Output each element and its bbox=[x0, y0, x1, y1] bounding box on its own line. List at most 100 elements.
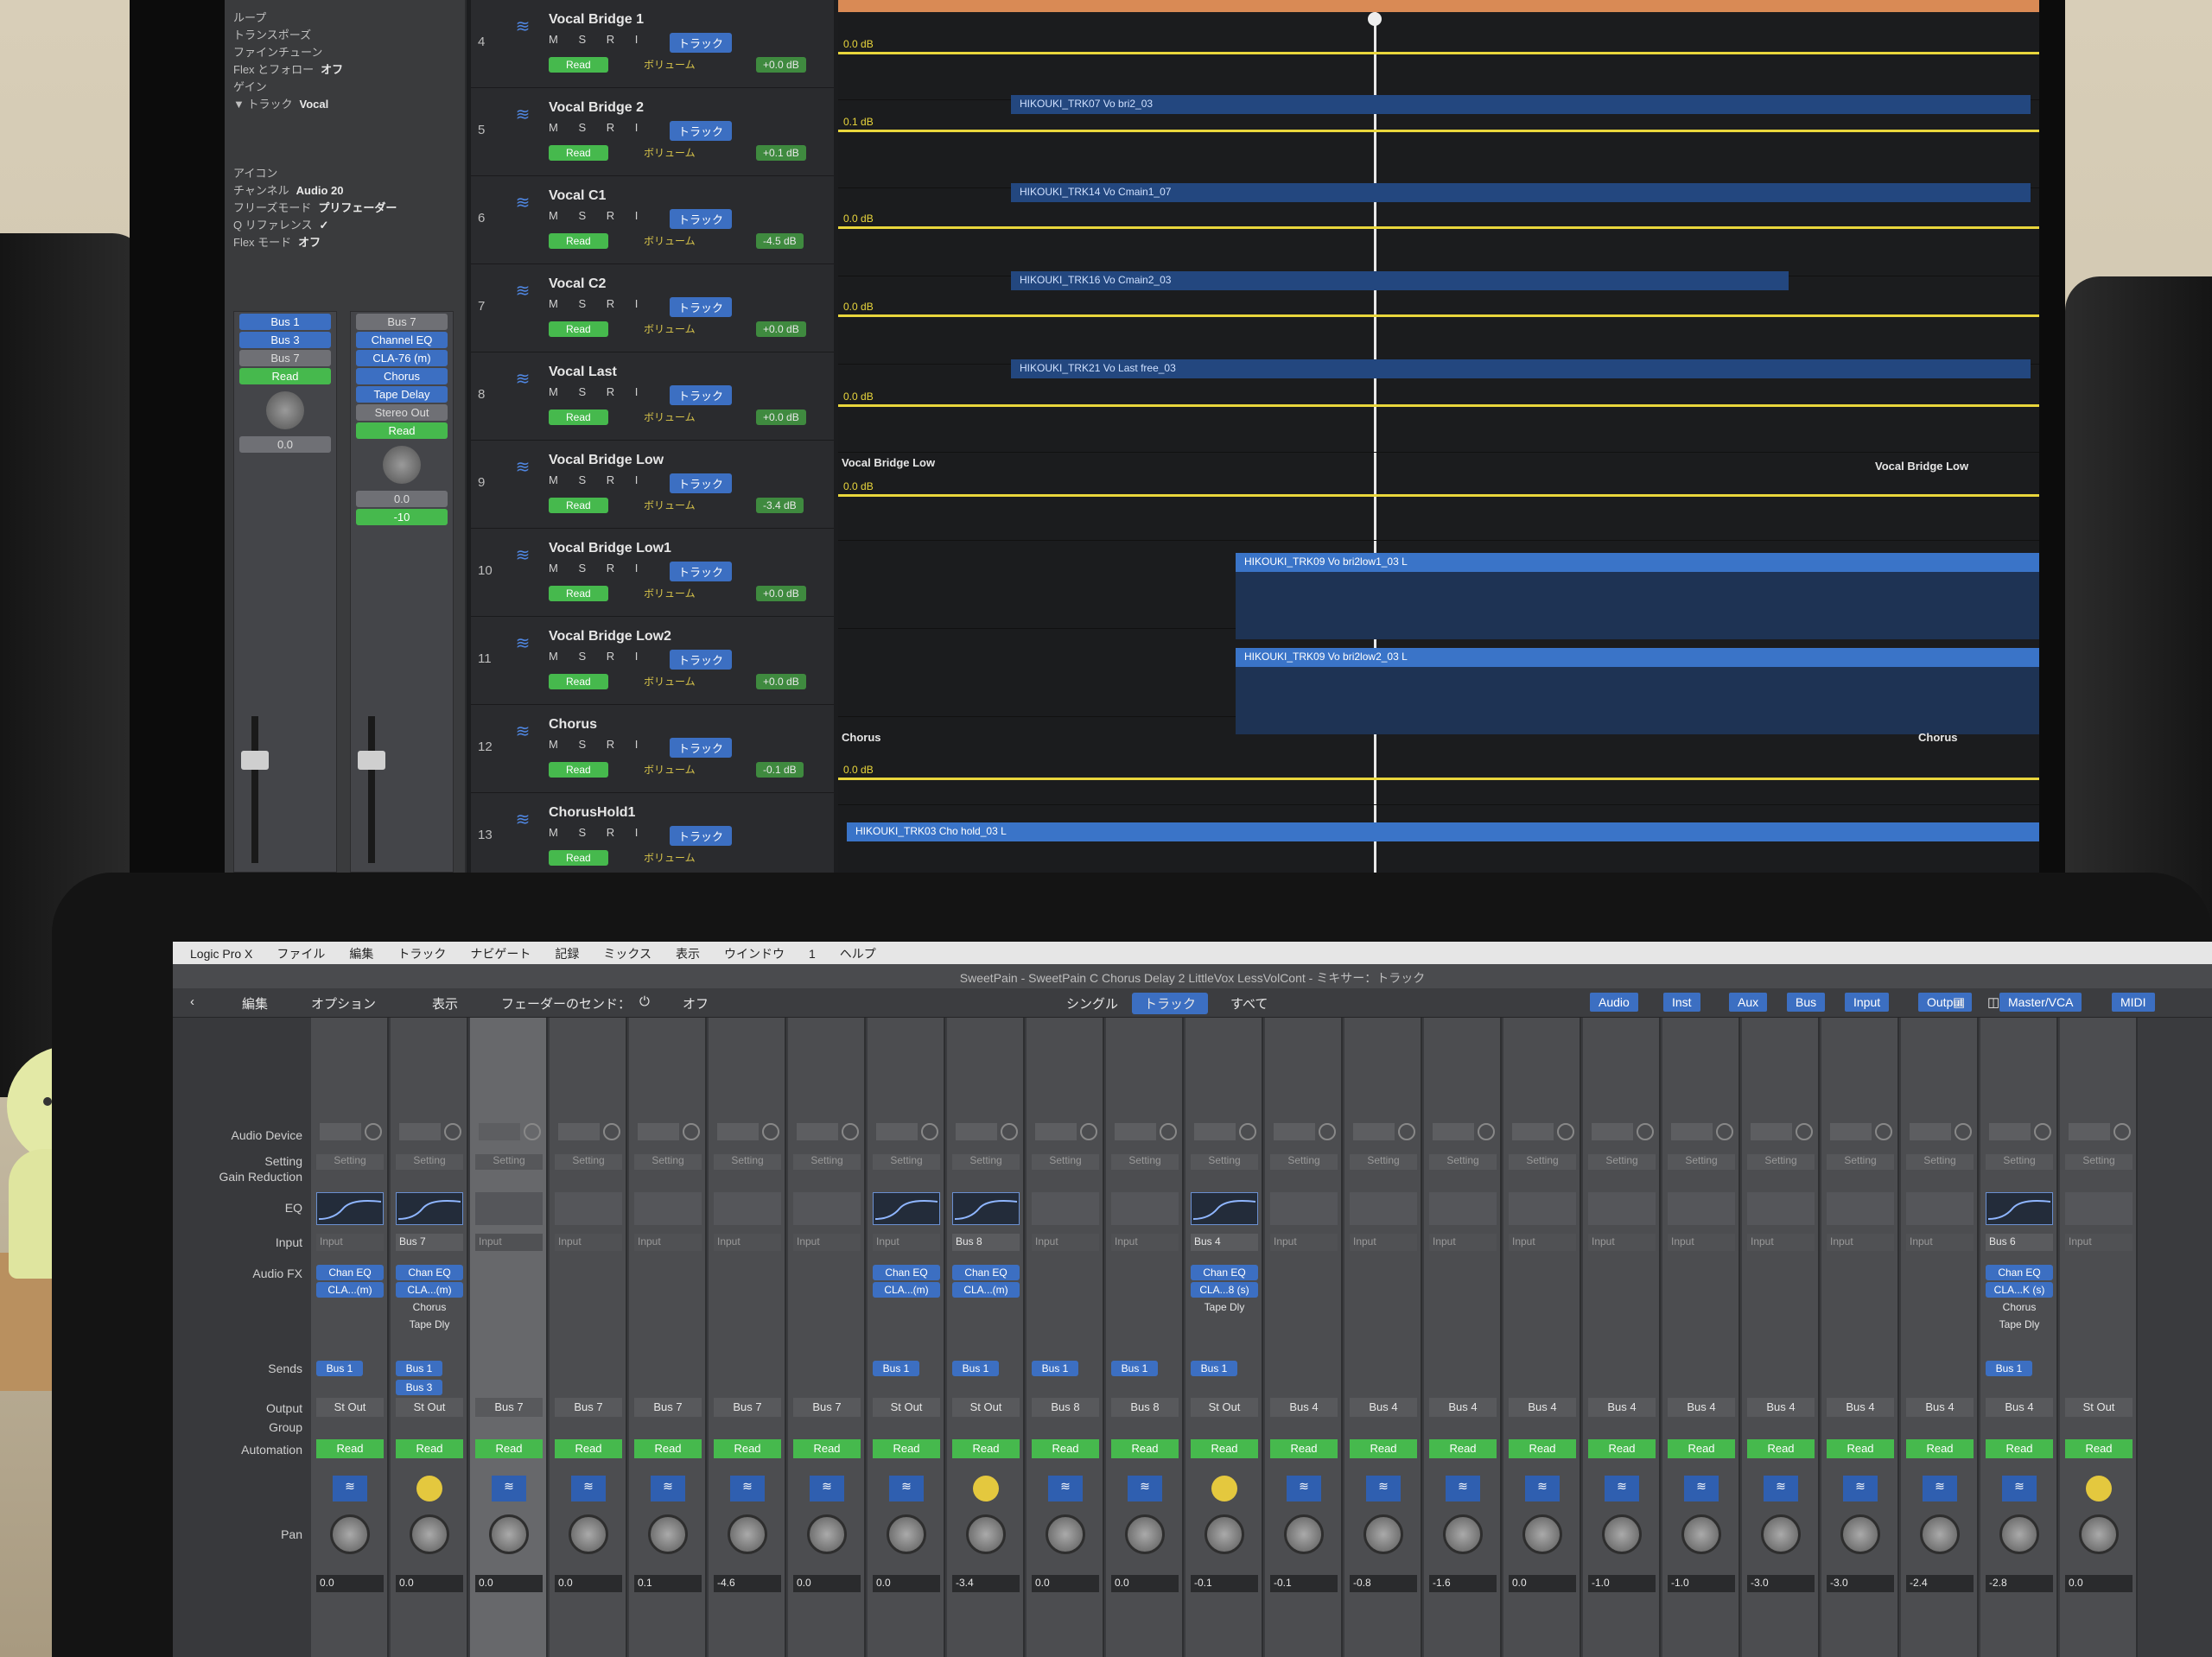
audio-device-knob[interactable] bbox=[1875, 1123, 1892, 1140]
output-slot[interactable]: Bus 7 bbox=[793, 1398, 861, 1417]
track-header[interactable]: 7 ≋ Vocal C2 M S R I トラック Read ボリューム +0.0 dB bbox=[471, 264, 834, 352]
input-slot[interactable]: Input bbox=[1827, 1234, 1894, 1251]
automation-mode[interactable]: Read bbox=[1270, 1439, 1338, 1458]
track-msri-buttons[interactable]: M S R I bbox=[549, 562, 646, 575]
channel-strip[interactable]: Setting Bus 4 Chan EQ CLA...8 (s) Tape Dly Bu… bbox=[1185, 1018, 1263, 1657]
filter-button[interactable]: Bus bbox=[1787, 993, 1826, 1012]
options-menu[interactable]: オプション bbox=[311, 994, 376, 1013]
track-lane[interactable] bbox=[838, 453, 2039, 541]
plugin-slot[interactable]: Chorus bbox=[1986, 1299, 2053, 1315]
audio-device-slot[interactable] bbox=[1035, 1123, 1077, 1140]
audio-device-knob[interactable] bbox=[842, 1123, 859, 1140]
output-slot[interactable]: Bus 7 bbox=[714, 1398, 781, 1417]
channel-strip[interactable]: Setting Input Bus 1 Bus 8 Read ≋ 0.0 bbox=[1106, 1018, 1184, 1657]
automation-mode[interactable]: Read bbox=[555, 1439, 622, 1458]
menu-item[interactable]: 1 bbox=[809, 947, 816, 961]
eq-thumbnail[interactable] bbox=[1111, 1192, 1179, 1225]
input-slot[interactable]: Input bbox=[714, 1234, 781, 1251]
channel-strip[interactable]: Setting Input Bus 4 Read ≋ -0.8 bbox=[1344, 1018, 1422, 1657]
track-msri-buttons[interactable]: M S R I bbox=[549, 738, 646, 751]
automation-value[interactable]: +0.1 dB bbox=[756, 145, 806, 161]
pan-knob[interactable] bbox=[410, 1514, 449, 1554]
eq-thumbnail[interactable] bbox=[873, 1192, 940, 1225]
channel-strip[interactable]: Setting Input Bus 7 Read ≋ 0.0 bbox=[788, 1018, 866, 1657]
automation-value[interactable]: -3.4 dB bbox=[756, 498, 804, 513]
eq-thumbnail[interactable] bbox=[2065, 1192, 2133, 1225]
automation-value[interactable]: -0.1 dB bbox=[756, 762, 804, 778]
eq-thumbnail[interactable] bbox=[1032, 1192, 1099, 1225]
output-slot[interactable]: Bus 4 bbox=[1827, 1398, 1894, 1417]
automation-line[interactable] bbox=[838, 314, 2039, 317]
volume-fader[interactable] bbox=[241, 716, 269, 863]
automation-mode[interactable]: Read bbox=[1111, 1439, 1179, 1458]
setting-button[interactable]: Setting bbox=[634, 1154, 702, 1170]
track-header[interactable]: 11 ≋ Vocal Bridge Low2 M S R I トラック Read ボリューム… bbox=[471, 617, 834, 705]
automation-mode[interactable]: Read bbox=[1827, 1439, 1894, 1458]
track-msri-buttons[interactable]: M S R I bbox=[549, 826, 646, 839]
input-slot[interactable]: Input bbox=[793, 1234, 861, 1251]
output-slot[interactable]: Bus 7 bbox=[555, 1398, 622, 1417]
output-slot[interactable]: St Out bbox=[873, 1398, 940, 1417]
pan-knob[interactable] bbox=[1363, 1514, 1403, 1554]
output-slot[interactable]: Bus 4 bbox=[1986, 1398, 2053, 1417]
audio-device-knob[interactable] bbox=[603, 1123, 620, 1140]
pan-knob[interactable] bbox=[1602, 1514, 1642, 1554]
input-slot[interactable]: Input bbox=[2065, 1234, 2133, 1251]
input-slot[interactable]: Input bbox=[1429, 1234, 1497, 1251]
automation-param[interactable]: ボリューム bbox=[644, 850, 696, 865]
input-slot[interactable]: Input bbox=[1906, 1234, 1974, 1251]
track-msri-buttons[interactable]: M S R I bbox=[549, 297, 646, 310]
automation-mode[interactable]: Read bbox=[475, 1439, 543, 1458]
pan-knob[interactable] bbox=[383, 446, 421, 484]
menu-item[interactable]: ファイル bbox=[276, 947, 325, 961]
automation-mode[interactable]: Read bbox=[793, 1439, 861, 1458]
audio-region[interactable]: HIKOUKI_TRK09 Vo bri2low1_03 L bbox=[1236, 553, 2039, 572]
track-header[interactable]: 8 ≋ Vocal Last M S R I トラック Read ボリューム +0.0 dB bbox=[471, 352, 834, 441]
track-name[interactable]: ChorusHold1 bbox=[549, 805, 635, 821]
output-slot[interactable]: Bus 4 bbox=[1588, 1398, 1656, 1417]
audio-device-knob[interactable] bbox=[1716, 1123, 1733, 1140]
send-slot[interactable]: Bus 3 bbox=[239, 332, 331, 348]
eq-thumbnail[interactable] bbox=[714, 1192, 781, 1225]
fader-cap[interactable] bbox=[358, 751, 385, 770]
automation-mode[interactable]: Read bbox=[549, 850, 608, 866]
automation-value[interactable]: +0.0 dB bbox=[756, 409, 806, 425]
output-slot[interactable]: Bus 7 bbox=[475, 1398, 543, 1417]
track-name[interactable]: Vocal Bridge 1 bbox=[549, 12, 644, 28]
automation-line[interactable] bbox=[838, 494, 2039, 497]
view-menu[interactable]: 表示 bbox=[432, 994, 458, 1013]
automation-value[interactable]: +0.0 dB bbox=[756, 57, 806, 73]
eq-thumbnail[interactable] bbox=[1906, 1192, 1974, 1225]
pan-knob[interactable] bbox=[807, 1514, 847, 1554]
automation-mode[interactable]: Read bbox=[549, 762, 608, 778]
channel-strip[interactable]: Setting Input Bus 4 Read ≋ -3.0 bbox=[1821, 1018, 1899, 1657]
menu-item[interactable]: 記録 bbox=[555, 947, 579, 961]
plugin-slot[interactable]: Tape Dly bbox=[1986, 1317, 2053, 1332]
volume-fader[interactable] bbox=[358, 716, 385, 863]
track-header[interactable]: 9 ≋ Vocal Bridge Low M S R I トラック Read ボリューム -3… bbox=[471, 441, 834, 529]
pan-knob[interactable] bbox=[489, 1514, 529, 1554]
setting-button[interactable]: Setting bbox=[1986, 1154, 2053, 1170]
automation-mode[interactable]: Read bbox=[1906, 1439, 1974, 1458]
eq-thumbnail[interactable] bbox=[1747, 1192, 1815, 1225]
output-slot[interactable]: Bus 8 bbox=[1111, 1398, 1179, 1417]
pan-knob[interactable] bbox=[1046, 1514, 1085, 1554]
channel-strip[interactable]: Setting Input Bus 7 Read ≋ 0.0 bbox=[550, 1018, 627, 1657]
automation-value[interactable]: -4.5 dB bbox=[756, 233, 804, 249]
audio-device-slot[interactable] bbox=[1115, 1123, 1156, 1140]
setting-button[interactable]: Setting bbox=[1827, 1154, 1894, 1170]
plugin-slot[interactable]: CLA-76 (m) bbox=[356, 350, 448, 366]
bar-ruler[interactable] bbox=[838, 0, 2039, 12]
input-slot[interactable]: Input bbox=[1111, 1234, 1179, 1251]
audio-device-knob[interactable] bbox=[1319, 1123, 1336, 1140]
send-slot[interactable]: Bus 1 bbox=[316, 1361, 363, 1376]
automation-param[interactable]: ボリューム bbox=[644, 498, 696, 512]
input-slot[interactable]: Input bbox=[475, 1234, 543, 1251]
track-name[interactable]: Vocal C1 bbox=[549, 188, 606, 204]
audio-device-knob[interactable] bbox=[1398, 1123, 1415, 1140]
audio-device-slot[interactable] bbox=[1671, 1123, 1713, 1140]
eq-thumbnail[interactable] bbox=[1986, 1192, 2053, 1225]
eq-thumbnail[interactable] bbox=[555, 1192, 622, 1225]
plugin-slot[interactable]: Chorus bbox=[396, 1299, 463, 1315]
automation-mode[interactable]: Read bbox=[549, 57, 608, 73]
